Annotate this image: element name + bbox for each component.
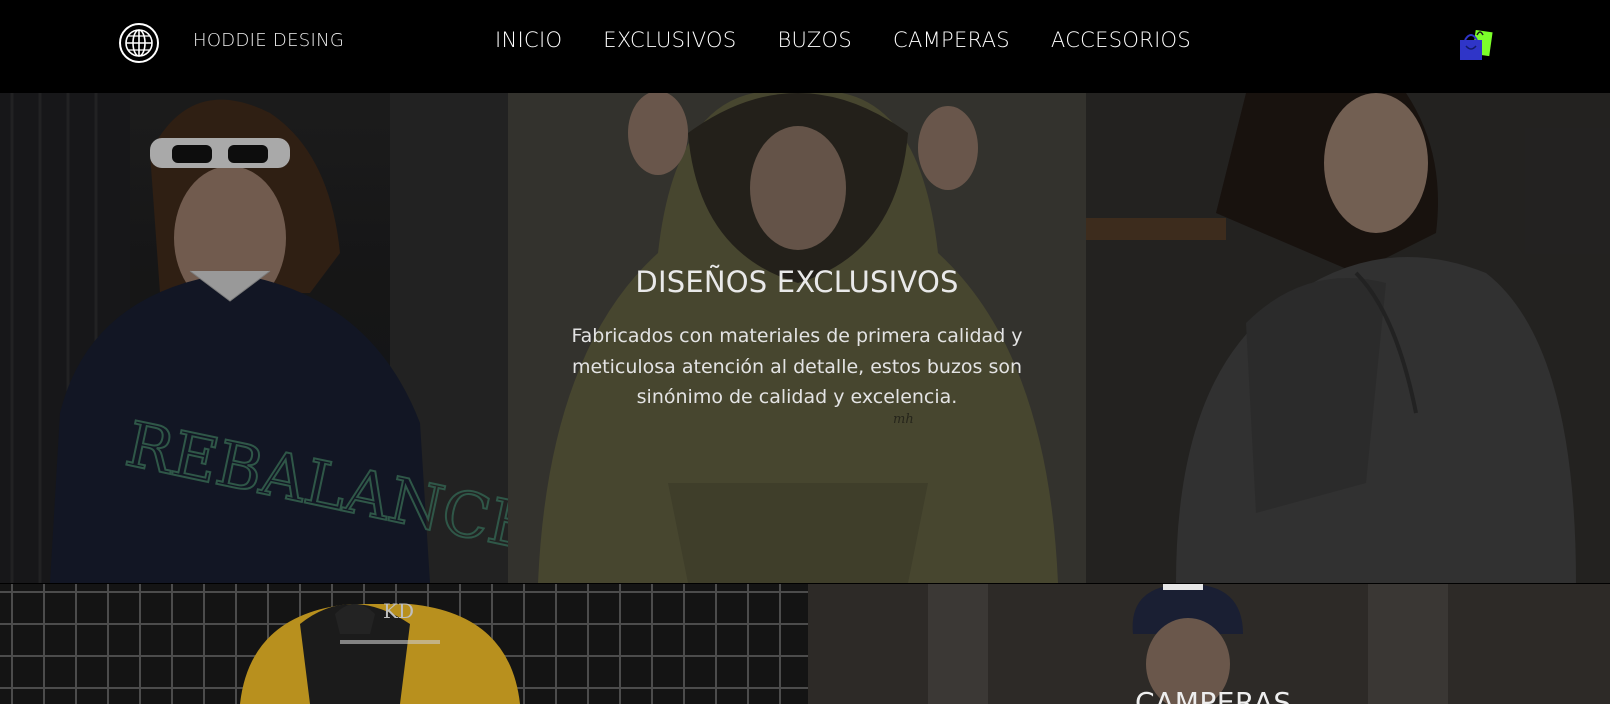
hero-image-left: REBALANCE — [0, 93, 508, 583]
nav-item-inicio[interactable]: INICIO — [495, 28, 562, 52]
nav-item-buzos[interactable]: BUZOS — [778, 28, 853, 52]
brand-name[interactable]: HODDIE DESING — [193, 30, 344, 51]
nav-item-camperas[interactable]: CAMPERAS — [893, 28, 1010, 52]
hanger-brand-text: KD — [383, 599, 414, 623]
category-section: KD CAMPERAS — [0, 584, 1610, 704]
main-nav: INICIO EXCLUSIVOS BUZOS CAMPERAS ACCESOR… — [495, 28, 1232, 52]
hero-image-right — [1086, 93, 1610, 583]
hoodie-logo-text: mh — [893, 412, 914, 427]
category-tile-hoodies[interactable]: KD — [0, 584, 808, 704]
navbar: HODDIE DESING INICIO EXCLUSIVOS BUZOS CA… — [0, 0, 1610, 93]
hanging-hoodie-image: KD — [0, 584, 808, 704]
nav-item-exclusivos[interactable]: EXCLUSIVOS — [603, 28, 736, 52]
model-navy-sweatshirt-image: REBALANCE — [0, 93, 508, 583]
hero-banner: REBALANCE mh DISEÑOS EXCLUSIVOS Fabricad… — [0, 93, 1610, 583]
shopping-bag-icon[interactable] — [1458, 28, 1496, 62]
hero-text-block: DISEÑOS EXCLUSIVOS Fabricados con materi… — [508, 265, 1086, 413]
camperas-section-title: CAMPERAS — [1135, 686, 1292, 704]
hero-description: Fabricados con materiales de primera cal… — [571, 325, 1023, 408]
globe-icon[interactable] — [117, 21, 161, 65]
nav-item-accesorios[interactable]: ACCESORIOS — [1051, 28, 1191, 52]
model-charcoal-hoodie-image — [1086, 93, 1610, 583]
hero-title: DISEÑOS EXCLUSIVOS — [635, 265, 959, 299]
